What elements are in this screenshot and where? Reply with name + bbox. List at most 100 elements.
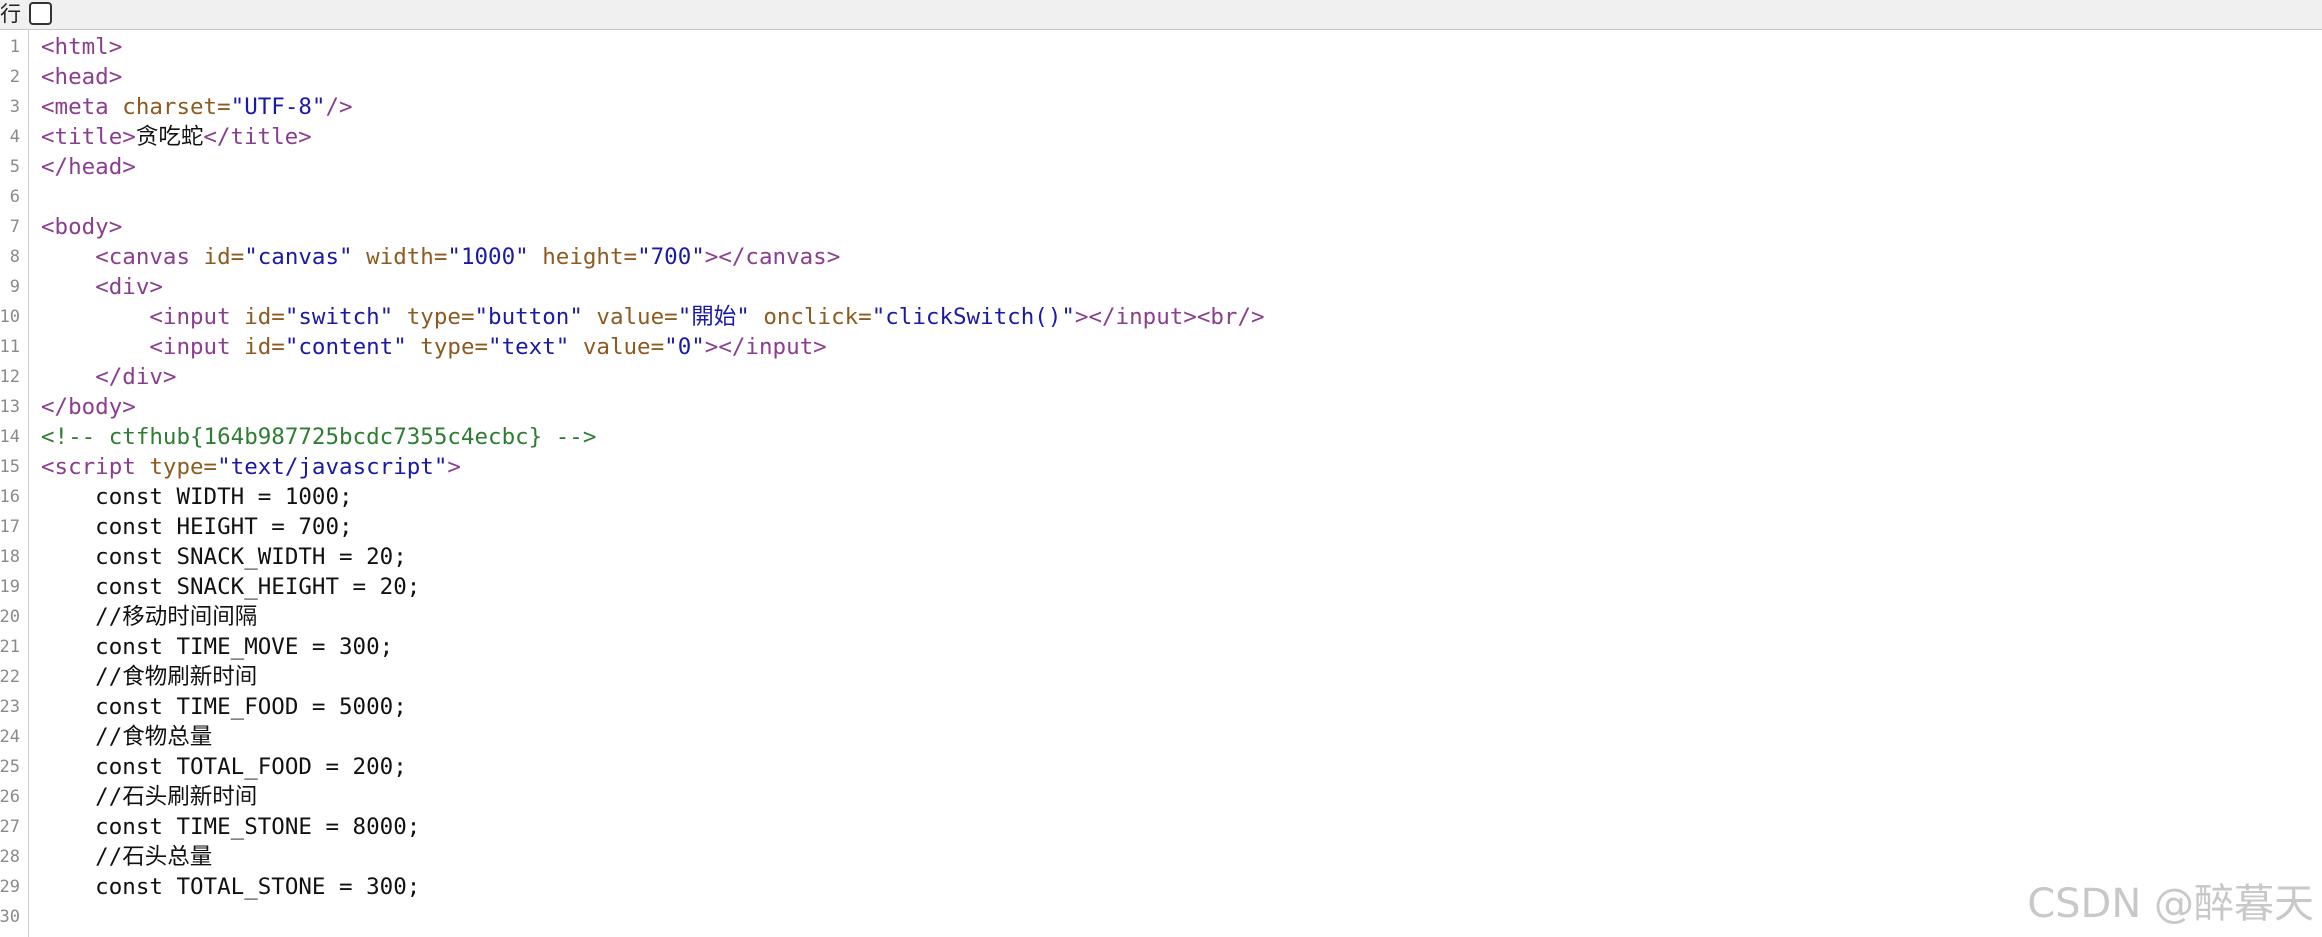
code-token: <div> bbox=[95, 274, 163, 300]
code-token: <input bbox=[149, 304, 245, 330]
code-line: //石头刷新时间 bbox=[41, 782, 257, 812]
code-line: <title>贪吃蛇</title> bbox=[41, 122, 312, 152]
code-token: </div> bbox=[95, 364, 177, 390]
line-number: 13 bbox=[0, 397, 20, 417]
code-token: "button" bbox=[474, 304, 583, 330]
code-line: <!-- ctfhub{164b987725bcdc7355c4ecbc} --… bbox=[41, 422, 596, 452]
line-number: 26 bbox=[0, 787, 20, 807]
code-line: <body> bbox=[41, 212, 122, 242]
code-token: width= bbox=[352, 244, 448, 270]
code-token: type= bbox=[149, 454, 218, 480]
code-token: <body> bbox=[41, 214, 123, 240]
code-line: //石头总量 bbox=[41, 842, 212, 872]
line-number: 29 bbox=[0, 877, 20, 897]
line-number: 14 bbox=[0, 427, 20, 447]
code-token: <!-- ctfhub{164b987725bcdc7355c4ecbc} --… bbox=[41, 424, 597, 450]
code-token: "0" bbox=[664, 334, 705, 360]
code-token: //食物刷新时间 bbox=[41, 664, 258, 690]
code-line: </body> bbox=[41, 392, 136, 422]
code-token: const WIDTH = 1000; bbox=[41, 484, 353, 510]
line-number: 19 bbox=[0, 577, 20, 597]
line-number: 7 bbox=[9, 217, 20, 237]
code-line: const TOTAL_FOOD = 200; bbox=[41, 752, 407, 782]
code-token: "UTF-8" bbox=[230, 94, 326, 120]
code-line: const TIME_MOVE = 300; bbox=[41, 632, 393, 662]
code-token: //石头刷新时间 bbox=[41, 784, 258, 810]
code-line: //食物总量 bbox=[41, 722, 212, 752]
code-line: <input id="switch" type="button" value="… bbox=[41, 302, 1265, 332]
code-token: "canvas" bbox=[244, 244, 353, 270]
code-token: </title> bbox=[203, 124, 312, 150]
line-number: 17 bbox=[0, 517, 20, 537]
code-line: const SNACK_HEIGHT = 20; bbox=[41, 572, 420, 602]
code-token: ></input><br/> bbox=[1074, 304, 1265, 330]
line-number-gutter: 1 2 3 4 5 6 7 8 9 10 11 12 13 14 15 16 17 18 19 20 21 22 23 24 2… bbox=[0, 30, 29, 937]
line-number: 2 bbox=[9, 67, 20, 87]
code-line: const TIME_STONE = 8000; bbox=[41, 812, 420, 842]
code-token: type= bbox=[393, 304, 475, 330]
line-number: 20 bbox=[0, 607, 20, 627]
code-token: <meta bbox=[41, 94, 123, 120]
code-token: > bbox=[447, 454, 461, 480]
line-number: 11 bbox=[0, 337, 20, 357]
code-token: const TIME_STONE = 8000; bbox=[41, 814, 421, 840]
view-source-toolbar: 行 bbox=[0, 0, 2322, 30]
code-line: <script type="text/javascript"> bbox=[41, 452, 461, 482]
code-token: //石头总量 bbox=[41, 844, 213, 870]
code-token: "text" bbox=[488, 334, 570, 360]
code-token: const TIME_FOOD = 5000; bbox=[41, 694, 407, 720]
line-number: 28 bbox=[0, 847, 20, 867]
code-token: "開始" bbox=[677, 304, 750, 330]
code-token: id= bbox=[244, 334, 285, 360]
line-number: 30 bbox=[0, 907, 20, 927]
code-line: const SNACK_WIDTH = 20; bbox=[41, 542, 407, 572]
code-token: <title> bbox=[41, 124, 136, 150]
code-line: <meta charset="UTF-8"/> bbox=[41, 92, 353, 122]
code-line: const WIDTH = 1000; bbox=[41, 482, 353, 512]
code-line: <input id="content" type="text" value="0… bbox=[41, 332, 826, 362]
code-token: //食物总量 bbox=[41, 724, 213, 750]
code-line: </div> bbox=[41, 362, 176, 392]
code-token: <head> bbox=[41, 64, 123, 90]
code-line: const HEIGHT = 700; bbox=[41, 512, 353, 542]
code-token: /> bbox=[325, 94, 353, 120]
code-line: <head> bbox=[41, 62, 122, 92]
code-line: <html> bbox=[41, 32, 122, 62]
code-token: const TOTAL_FOOD = 200; bbox=[41, 754, 407, 780]
code-token: "text/javascript" bbox=[217, 454, 448, 480]
code-token: const SNACK_WIDTH = 20; bbox=[41, 544, 407, 570]
line-number: 24 bbox=[0, 727, 20, 747]
code-token: const TOTAL_STONE = 300; bbox=[41, 874, 421, 900]
line-number: 18 bbox=[0, 547, 20, 567]
code-token: "content" bbox=[284, 334, 407, 360]
line-number: 16 bbox=[0, 487, 20, 507]
code-token: onclick= bbox=[749, 304, 872, 330]
code-token: const HEIGHT = 700; bbox=[41, 514, 353, 540]
code-token: <input bbox=[149, 334, 245, 360]
watermark: CSDN @醉暮天 bbox=[2027, 881, 2314, 927]
line-number: 21 bbox=[0, 637, 20, 657]
code-token: </body> bbox=[41, 394, 136, 420]
line-wrap-checkbox[interactable] bbox=[29, 2, 52, 25]
line-number: 6 bbox=[9, 187, 20, 207]
line-number: 12 bbox=[0, 367, 20, 387]
line-number: 1 bbox=[9, 37, 20, 57]
line-number: 15 bbox=[0, 457, 20, 477]
code-token: "700" bbox=[637, 244, 705, 270]
line-number: 22 bbox=[0, 667, 20, 687]
code-line: //食物刷新时间 bbox=[41, 662, 257, 692]
code-token: "switch" bbox=[284, 304, 394, 330]
code-line: const TIME_FOOD = 5000; bbox=[41, 692, 407, 722]
code-token: type= bbox=[406, 334, 489, 360]
line-number: 23 bbox=[0, 697, 20, 717]
line-number: 5 bbox=[9, 157, 20, 177]
code-token: id= bbox=[244, 304, 285, 330]
code-token: ></canvas> bbox=[704, 244, 841, 270]
code-line: </head> bbox=[41, 152, 136, 182]
code-line: const TOTAL_STONE = 300; bbox=[41, 872, 420, 902]
